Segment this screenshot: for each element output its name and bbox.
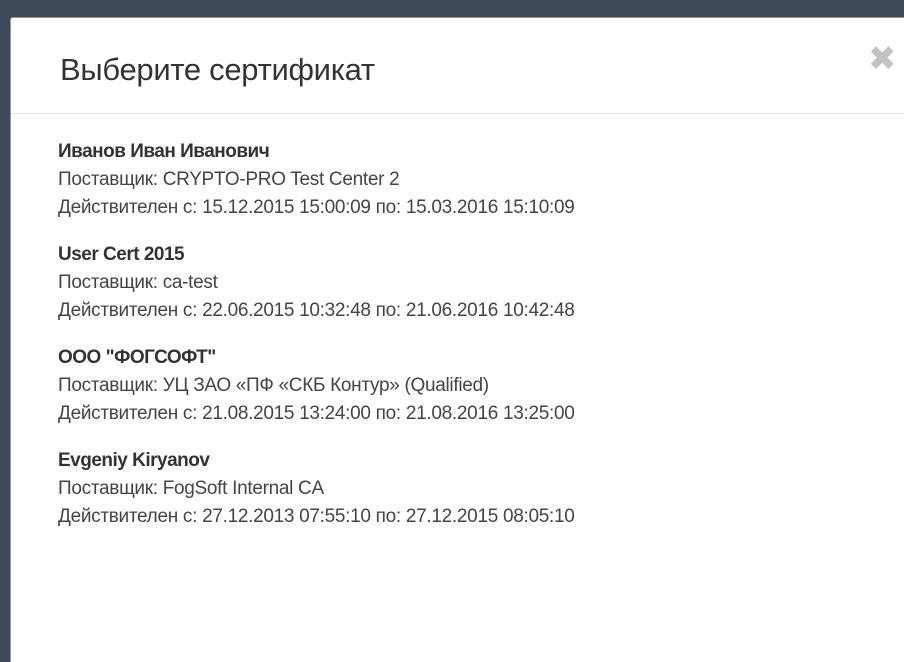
certificate-item[interactable]: ООО "ФОГСОФТ" Поставщик: УЦ ЗАО «ПФ «СКБ… [58, 344, 904, 428]
dialog-title: Выберите сертификат [60, 52, 375, 87]
certificate-validity: Действителен с: 27.12.2013 07:55:10 по: … [58, 506, 575, 527]
certificate-issuer: Поставщик: FogSoft Internal CA [58, 478, 324, 499]
certificate-validity: Действителен с: 22.06.2015 10:32:48 по: … [58, 300, 575, 321]
certificate-validity: Действителен с: 15.12.2015 15:00:09 по: … [58, 197, 575, 218]
certificate-name: Иванов Иван Иванович [58, 141, 270, 162]
certificate-item[interactable]: User Cert 2015 Поставщик: ca-test Действ… [58, 241, 904, 325]
certificate-dialog: Выберите сертификат ✖ Иванов Иван Иванов… [10, 17, 904, 662]
certificate-issuer: Поставщик: CRYPTO-PRO Test Center 2 [58, 169, 400, 190]
certificate-item[interactable]: Evgeniy Kiryanov Поставщик: FogSoft Inte… [58, 447, 904, 531]
certificate-list: Иванов Иван Иванович Поставщик: CRYPTO-P… [11, 114, 904, 531]
dialog-header: Выберите сертификат ✖ [11, 18, 904, 114]
certificate-name: ООО "ФОГСОФТ" [58, 347, 216, 368]
certificate-item[interactable]: Иванов Иван Иванович Поставщик: CRYPTO-P… [58, 138, 904, 222]
certificate-issuer: Поставщик: ca-test [58, 272, 218, 293]
certificate-issuer: Поставщик: УЦ ЗАО «ПФ «СКБ Контур» (Qual… [58, 375, 489, 396]
certificate-validity: Действителен с: 21.08.2015 13:24:00 по: … [58, 403, 575, 424]
close-icon[interactable]: ✖ [868, 42, 897, 76]
certificate-name: Evgeniy Kiryanov [58, 450, 210, 471]
certificate-name: User Cert 2015 [58, 244, 185, 265]
